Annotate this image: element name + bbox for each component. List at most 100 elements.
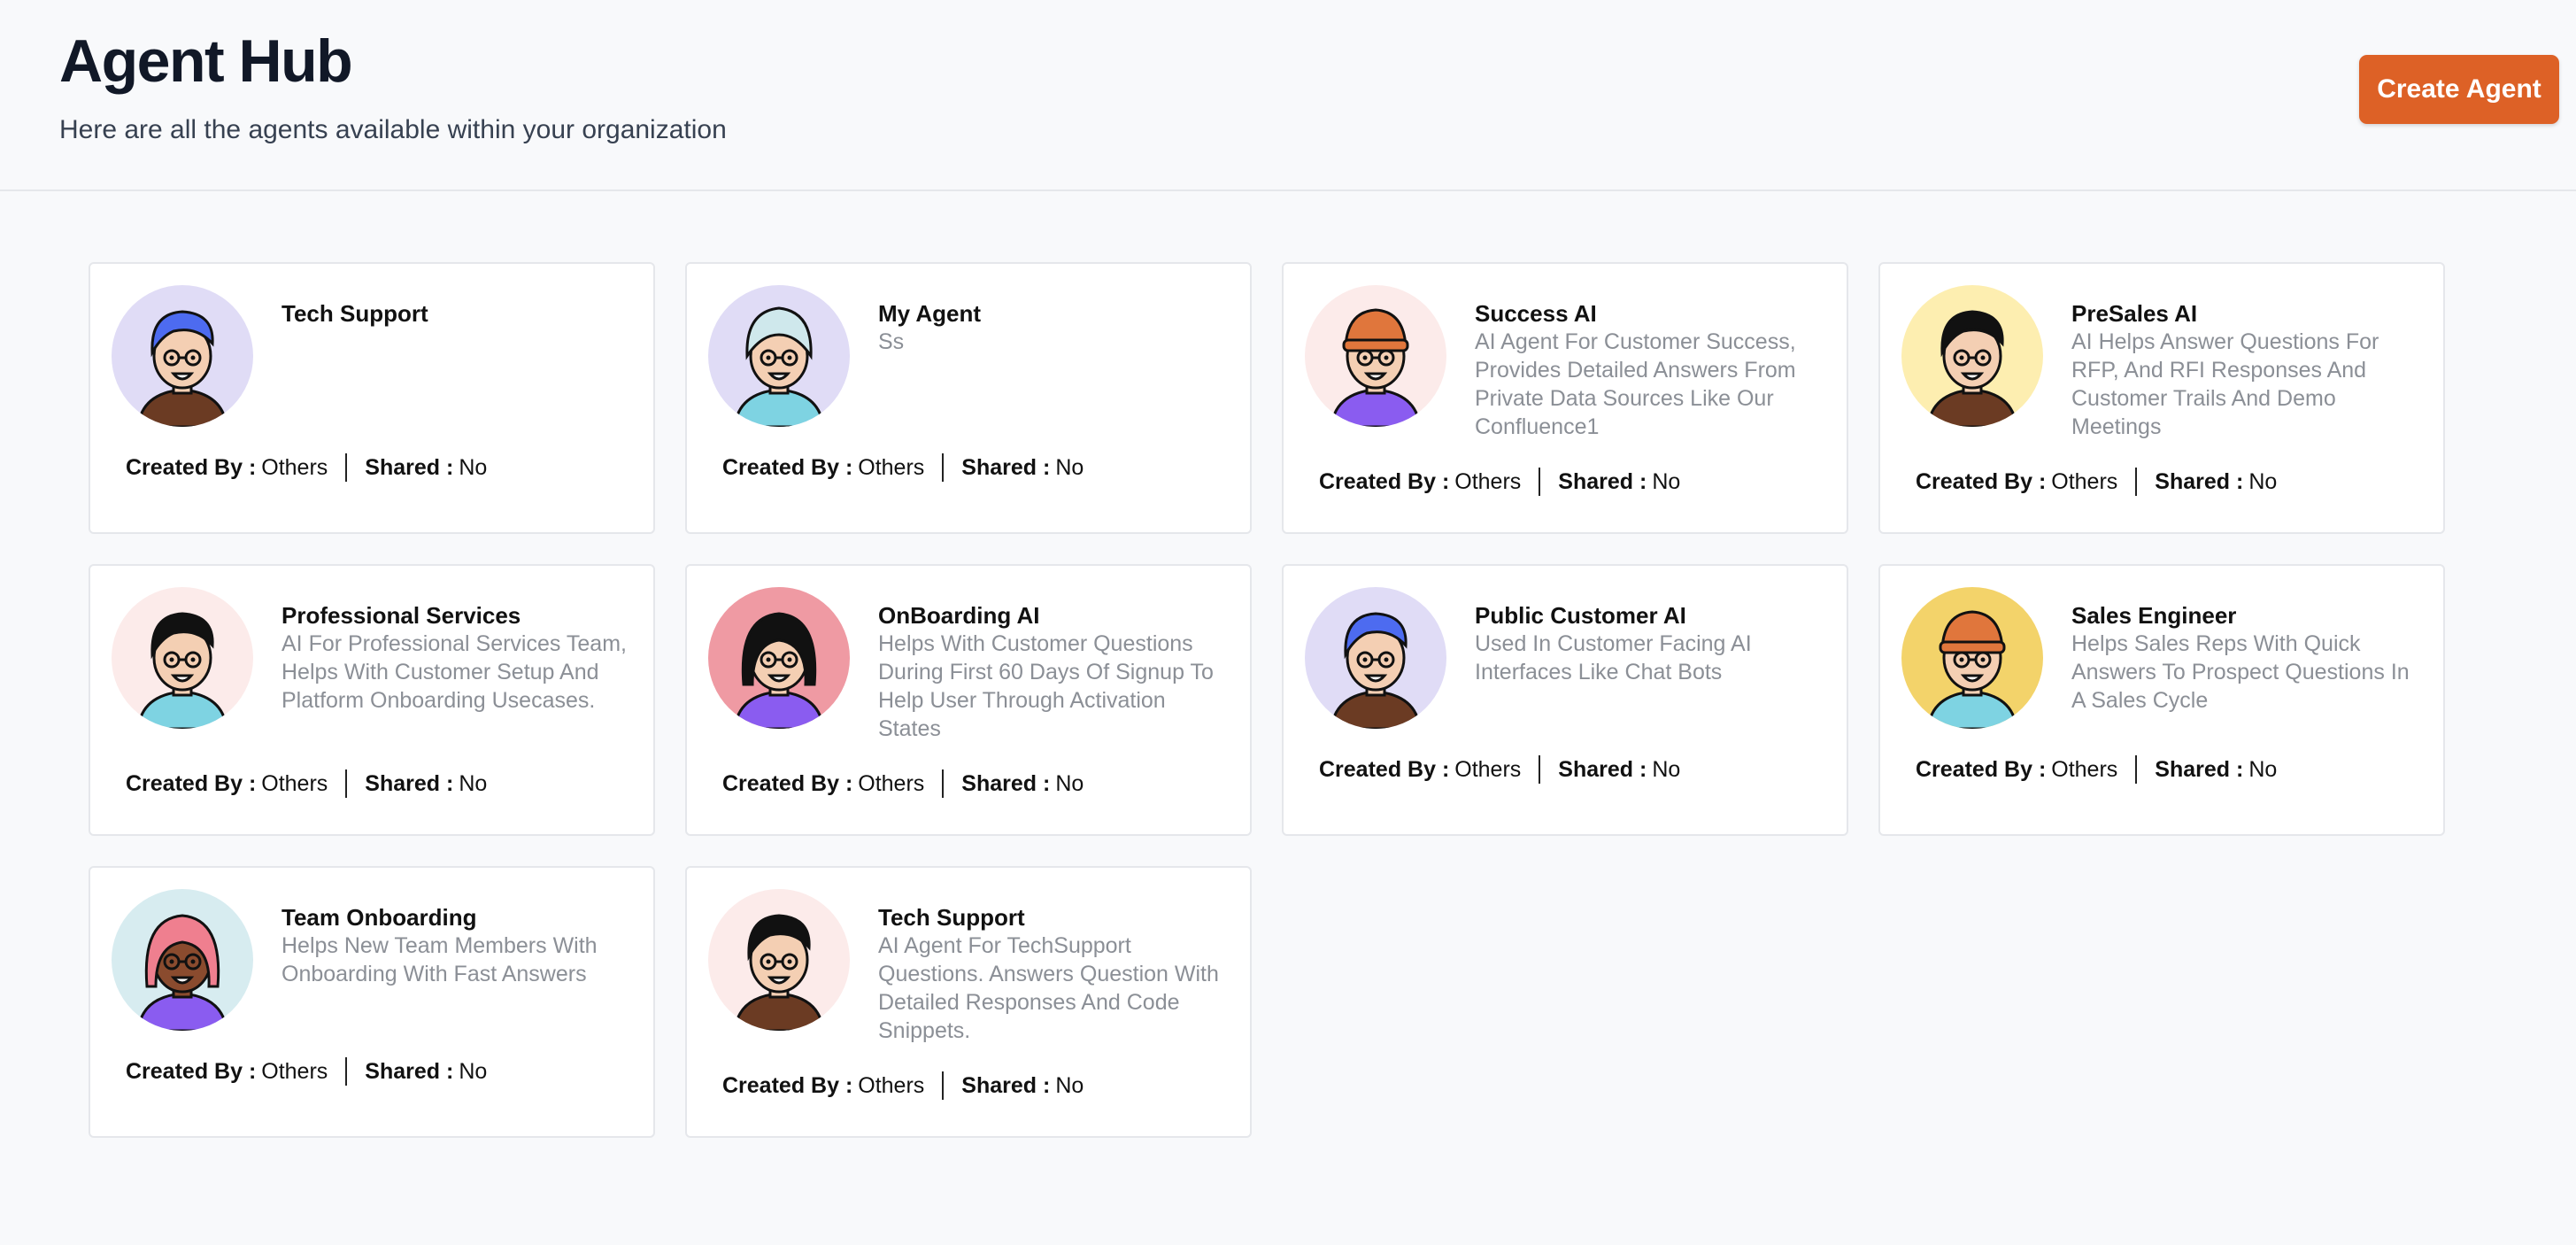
created-by-value: Others	[1454, 468, 1522, 494]
agent-name: Success AI	[1475, 300, 1597, 327]
created-by-label: Created By :	[722, 454, 853, 480]
agent-name: PreSales AI	[2071, 300, 2198, 327]
created-by-value: Others	[261, 770, 328, 796]
divider	[2135, 468, 2138, 496]
shared-value: No	[1055, 770, 1084, 796]
divider	[2135, 755, 2138, 784]
divider	[942, 1071, 945, 1100]
created-by-value: Others	[261, 1058, 328, 1084]
agent-card[interactable]: Sales Engineer Helps Sales Reps With Quic…	[1878, 564, 2445, 836]
avatar-blue-hair-icon	[1305, 587, 1446, 729]
shared-label: Shared :	[365, 770, 454, 796]
created-by-label: Created By :	[126, 1058, 257, 1084]
created-by-value: Others	[858, 1072, 925, 1098]
created-by-value: Others	[261, 454, 328, 480]
shared-label: Shared :	[961, 1072, 1051, 1098]
shared-label: Shared :	[961, 770, 1051, 796]
shared-value: No	[1652, 756, 1681, 782]
avatar-beanie-icon	[1901, 587, 2043, 729]
agent-description: Helps With Customer Questions During Fir…	[878, 631, 1214, 741]
avatar-pink-hair-icon	[112, 889, 253, 1031]
created-by-label: Created By :	[722, 1072, 853, 1098]
avatar-black-hair-icon	[1901, 285, 2043, 427]
agent-grid: Tech Support Created By : Others Shared : No…	[89, 262, 2445, 1138]
avatar-black-hair-icon	[112, 587, 253, 729]
agent-name: Sales Engineer	[2071, 602, 2237, 629]
agent-meta: Created By : Others Shared : No	[126, 769, 487, 798]
shared-label: Shared :	[961, 454, 1051, 480]
agent-card[interactable]: Tech Support Created By : Others Shared : No	[89, 262, 655, 534]
agent-name: My Agent	[878, 300, 982, 327]
avatar-black-hair-icon	[708, 889, 850, 1031]
divider	[1539, 468, 1541, 496]
agent-name: Team Onboarding	[282, 904, 477, 931]
agent-card[interactable]: Professional Services AI For Professional…	[89, 564, 655, 836]
agent-card[interactable]: Success AI AI Agent For Customer Success,…	[1282, 262, 1848, 534]
agent-meta: Created By : Others Shared : No	[1916, 468, 2277, 496]
agent-meta: Created By : Others Shared : No	[1319, 468, 1680, 496]
agent-name: Tech Support	[878, 904, 1025, 931]
agent-description: AI Helps Answer Questions For RFP, And R…	[2071, 329, 2379, 439]
agent-meta: Created By : Others Shared : No	[1319, 755, 1680, 784]
created-by-label: Created By :	[1319, 756, 1450, 782]
agent-meta: Created By : Others Shared : No	[1916, 755, 2277, 784]
agent-description: Used In Customer Facing AI Interfaces Li…	[1475, 631, 1752, 684]
divider	[345, 769, 348, 798]
shared-value: No	[2248, 468, 2278, 494]
shared-value: No	[459, 770, 488, 796]
agent-meta: Created By : Others Shared : No	[722, 1071, 1084, 1100]
shared-label: Shared :	[1558, 468, 1647, 494]
page-title: Agent Hub	[59, 27, 353, 95]
shared-label: Shared :	[2155, 468, 2244, 494]
agent-meta: Created By : Others Shared : No	[722, 453, 1084, 482]
agent-card[interactable]: PreSales AI AI Helps Answer Questions For…	[1878, 262, 2445, 534]
shared-value: No	[459, 1058, 488, 1084]
avatar-beanie-icon	[1305, 285, 1446, 427]
shared-value: No	[1055, 1072, 1084, 1098]
page-subtitle: Here are all the agents available within…	[59, 115, 727, 144]
agent-card[interactable]: Team Onboarding Helps New Team Members Wi…	[89, 866, 655, 1138]
agent-description: AI Agent For Customer Success, Provides …	[1475, 329, 1796, 439]
agent-name: Professional Services	[282, 602, 521, 629]
agent-meta: Created By : Others Shared : No	[126, 1057, 487, 1086]
agent-description: AI Agent For TechSupport Questions. Answ…	[878, 933, 1219, 1043]
created-by-value: Others	[2051, 468, 2118, 494]
avatar-blue-hair-icon	[112, 285, 253, 427]
agent-description: Helps Sales Reps With Quick Answers To P…	[2071, 631, 2410, 713]
created-by-value: Others	[858, 770, 925, 796]
shared-value: No	[2248, 756, 2278, 782]
created-by-value: Others	[858, 454, 925, 480]
avatar-bob-hair-icon	[708, 587, 850, 729]
agent-card[interactable]: My Agent Ss Created By : Others Shared : No	[685, 262, 1252, 534]
created-by-label: Created By :	[722, 770, 853, 796]
agent-description: Ss	[878, 329, 905, 354]
divider	[1539, 755, 1541, 784]
created-by-label: Created By :	[1916, 756, 2047, 782]
create-agent-button[interactable]: Create Agent	[2359, 55, 2559, 124]
agent-description: Helps New Team Members With Onboarding W…	[282, 933, 598, 986]
shared-label: Shared :	[365, 454, 454, 480]
agent-card[interactable]: Tech Support AI Agent For TechSupport Que…	[685, 866, 1252, 1138]
shared-label: Shared :	[2155, 756, 2244, 782]
agent-name: Tech Support	[282, 300, 428, 327]
agent-card[interactable]: Public Customer AI Used In Customer Facin…	[1282, 564, 1848, 836]
created-by-label: Created By :	[1319, 468, 1450, 494]
page-header: Agent Hub Here are all the agents availa…	[0, 0, 2576, 191]
divider	[942, 769, 945, 798]
created-by-label: Created By :	[126, 454, 257, 480]
agent-description: AI For Professional Services Team, Helps…	[282, 631, 627, 713]
shared-value: No	[459, 454, 488, 480]
divider	[942, 453, 945, 482]
shared-label: Shared :	[1558, 756, 1647, 782]
avatar-turban-icon	[708, 285, 850, 427]
shared-value: No	[1055, 454, 1084, 480]
agent-name: OnBoarding AI	[878, 602, 1040, 629]
created-by-label: Created By :	[126, 770, 257, 796]
created-by-label: Created By :	[1916, 468, 2047, 494]
shared-label: Shared :	[365, 1058, 454, 1084]
shared-value: No	[1652, 468, 1681, 494]
agent-meta: Created By : Others Shared : No	[126, 453, 487, 482]
agent-meta: Created By : Others Shared : No	[722, 769, 1084, 798]
agent-card[interactable]: OnBoarding AI Helps With Customer Questio…	[685, 564, 1252, 836]
created-by-value: Others	[2051, 756, 2118, 782]
